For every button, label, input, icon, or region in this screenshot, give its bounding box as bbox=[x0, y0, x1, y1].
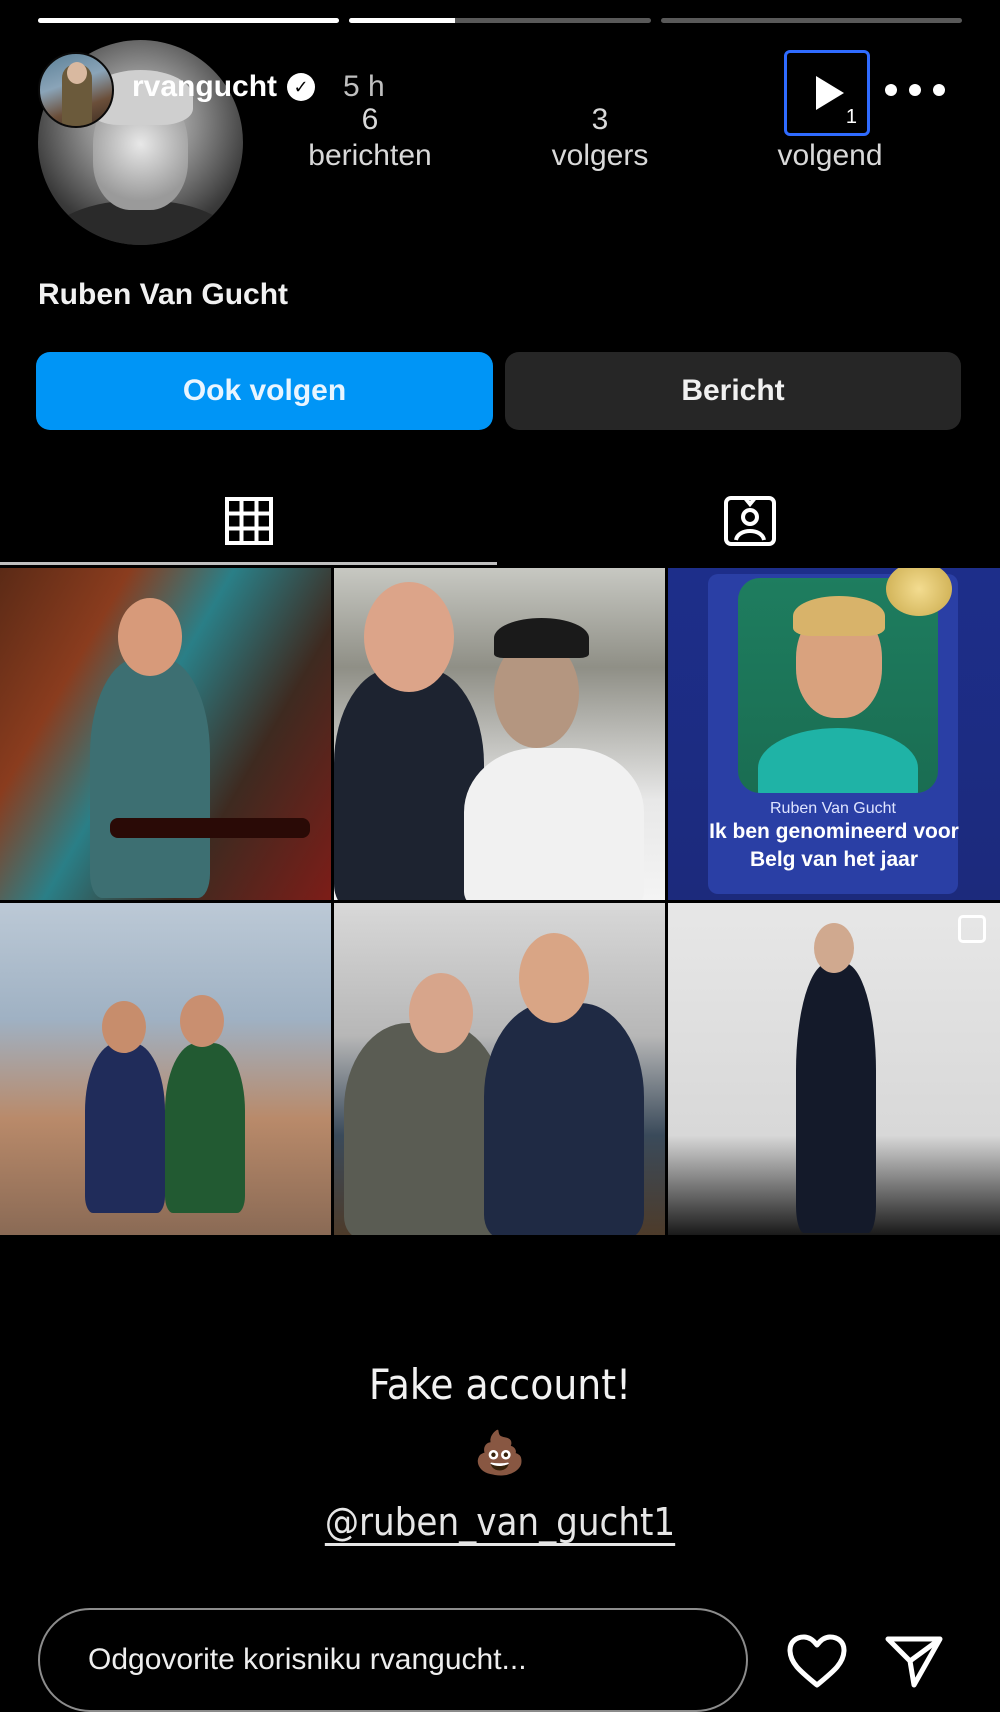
story-user-header[interactable]: rvangucht ✓ 5 h bbox=[132, 70, 385, 104]
send-icon[interactable] bbox=[884, 1633, 944, 1689]
play-icon bbox=[816, 76, 844, 110]
story-overlay-text: Fake account! bbox=[368, 1360, 632, 1409]
play-count: 1 bbox=[845, 106, 857, 128]
mention-sticker[interactable]: @ruben_van_gucht1 bbox=[0, 1500, 1000, 1544]
heart-icon[interactable] bbox=[786, 1633, 848, 1689]
progress-segment bbox=[660, 18, 962, 23]
posts-grid: Ruben Van Gucht Ik ben genomineerd voor … bbox=[0, 568, 1000, 1236]
more-options-button[interactable] bbox=[885, 72, 945, 108]
story-username[interactable]: rvangucht bbox=[132, 70, 277, 104]
tab-posts-grid[interactable] bbox=[0, 476, 497, 566]
post-thumbnail[interactable] bbox=[0, 903, 331, 1235]
reply-input[interactable]: Odgovorite korisniku rvangucht... bbox=[38, 1608, 748, 1712]
post-thumbnail[interactable] bbox=[334, 568, 665, 900]
post-thumbnail[interactable]: Ruben Van Gucht Ik ben genomineerd voor … bbox=[668, 568, 1000, 900]
grid-icon bbox=[224, 497, 273, 545]
post-thumbnail[interactable] bbox=[0, 568, 331, 900]
active-tab-indicator bbox=[0, 562, 497, 565]
more-icon-dot bbox=[885, 84, 897, 96]
post-thumbnail[interactable] bbox=[668, 903, 1000, 1235]
progress-segment bbox=[38, 18, 340, 23]
poop-emoji-icon: 💩 bbox=[473, 1428, 527, 1477]
more-icon-dot bbox=[909, 84, 921, 96]
more-icon-dot bbox=[933, 84, 945, 96]
story-progress bbox=[38, 18, 962, 23]
multiple-posts-icon bbox=[958, 915, 986, 943]
profile-full-name: Ruben Van Gucht bbox=[38, 278, 289, 311]
card-caption: Ik ben genomineerd voor Belg van het jaa… bbox=[709, 820, 959, 871]
play-button[interactable]: 1 bbox=[784, 50, 870, 136]
message-button[interactable]: Bericht bbox=[505, 352, 961, 430]
profile-tabs bbox=[0, 476, 1000, 566]
verified-badge-icon: ✓ bbox=[287, 73, 316, 101]
tab-tagged[interactable] bbox=[500, 476, 1000, 566]
story-user-avatar[interactable] bbox=[38, 52, 114, 128]
progress-segment bbox=[349, 18, 651, 23]
card-name: Ruben Van Gucht bbox=[769, 800, 896, 817]
follow-button[interactable]: Ook volgen bbox=[36, 352, 493, 430]
stat-posts: 6 berichten bbox=[308, 103, 432, 172]
post-thumbnail[interactable] bbox=[334, 903, 665, 1235]
stat-followers: 3 volgers bbox=[551, 103, 649, 172]
tagged-icon bbox=[724, 496, 776, 546]
story-timestamp: 5 h bbox=[343, 70, 385, 103]
